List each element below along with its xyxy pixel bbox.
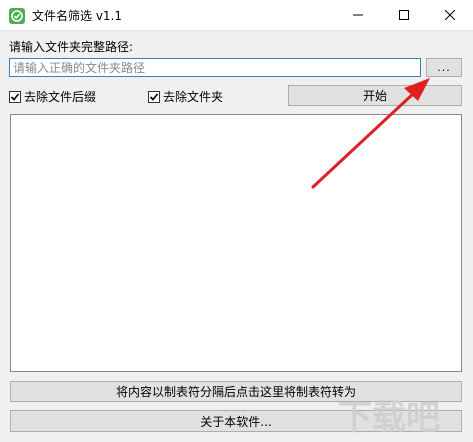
start-button[interactable]: 开始 [288,85,462,106]
watermark-logo: 下载吧 [338,388,470,440]
path-label: 请输入文件夹完整路径: [9,40,134,54]
watermark-text: 下载吧 [338,397,440,438]
maximize-icon [399,10,409,20]
close-icon [445,10,455,20]
checkbox-box[interactable] [9,90,21,103]
maximize-button[interactable] [381,0,427,30]
app-icon [9,8,25,24]
checkmark-icon [149,92,159,101]
remove-folder-label: 去除文件夹 [163,90,224,104]
close-button[interactable] [427,0,473,30]
minimize-icon [353,14,363,16]
checkmark-icon [10,92,20,101]
output-textarea[interactable] [10,114,462,372]
remove-extension-label: 去除文件后缀 [24,90,97,104]
remove-extension-checkbox[interactable]: 去除文件后缀 [9,88,96,105]
remove-folder-checkbox[interactable]: 去除文件夹 [148,88,223,105]
window-title: 文件名筛选 v1.1 [32,9,123,23]
checkbox-box[interactable] [148,90,160,103]
browse-button[interactable]: ... [426,58,462,77]
minimize-button[interactable] [335,0,381,30]
title-bar: 文件名筛选 v1.1 [0,0,473,31]
path-input[interactable] [9,58,421,77]
